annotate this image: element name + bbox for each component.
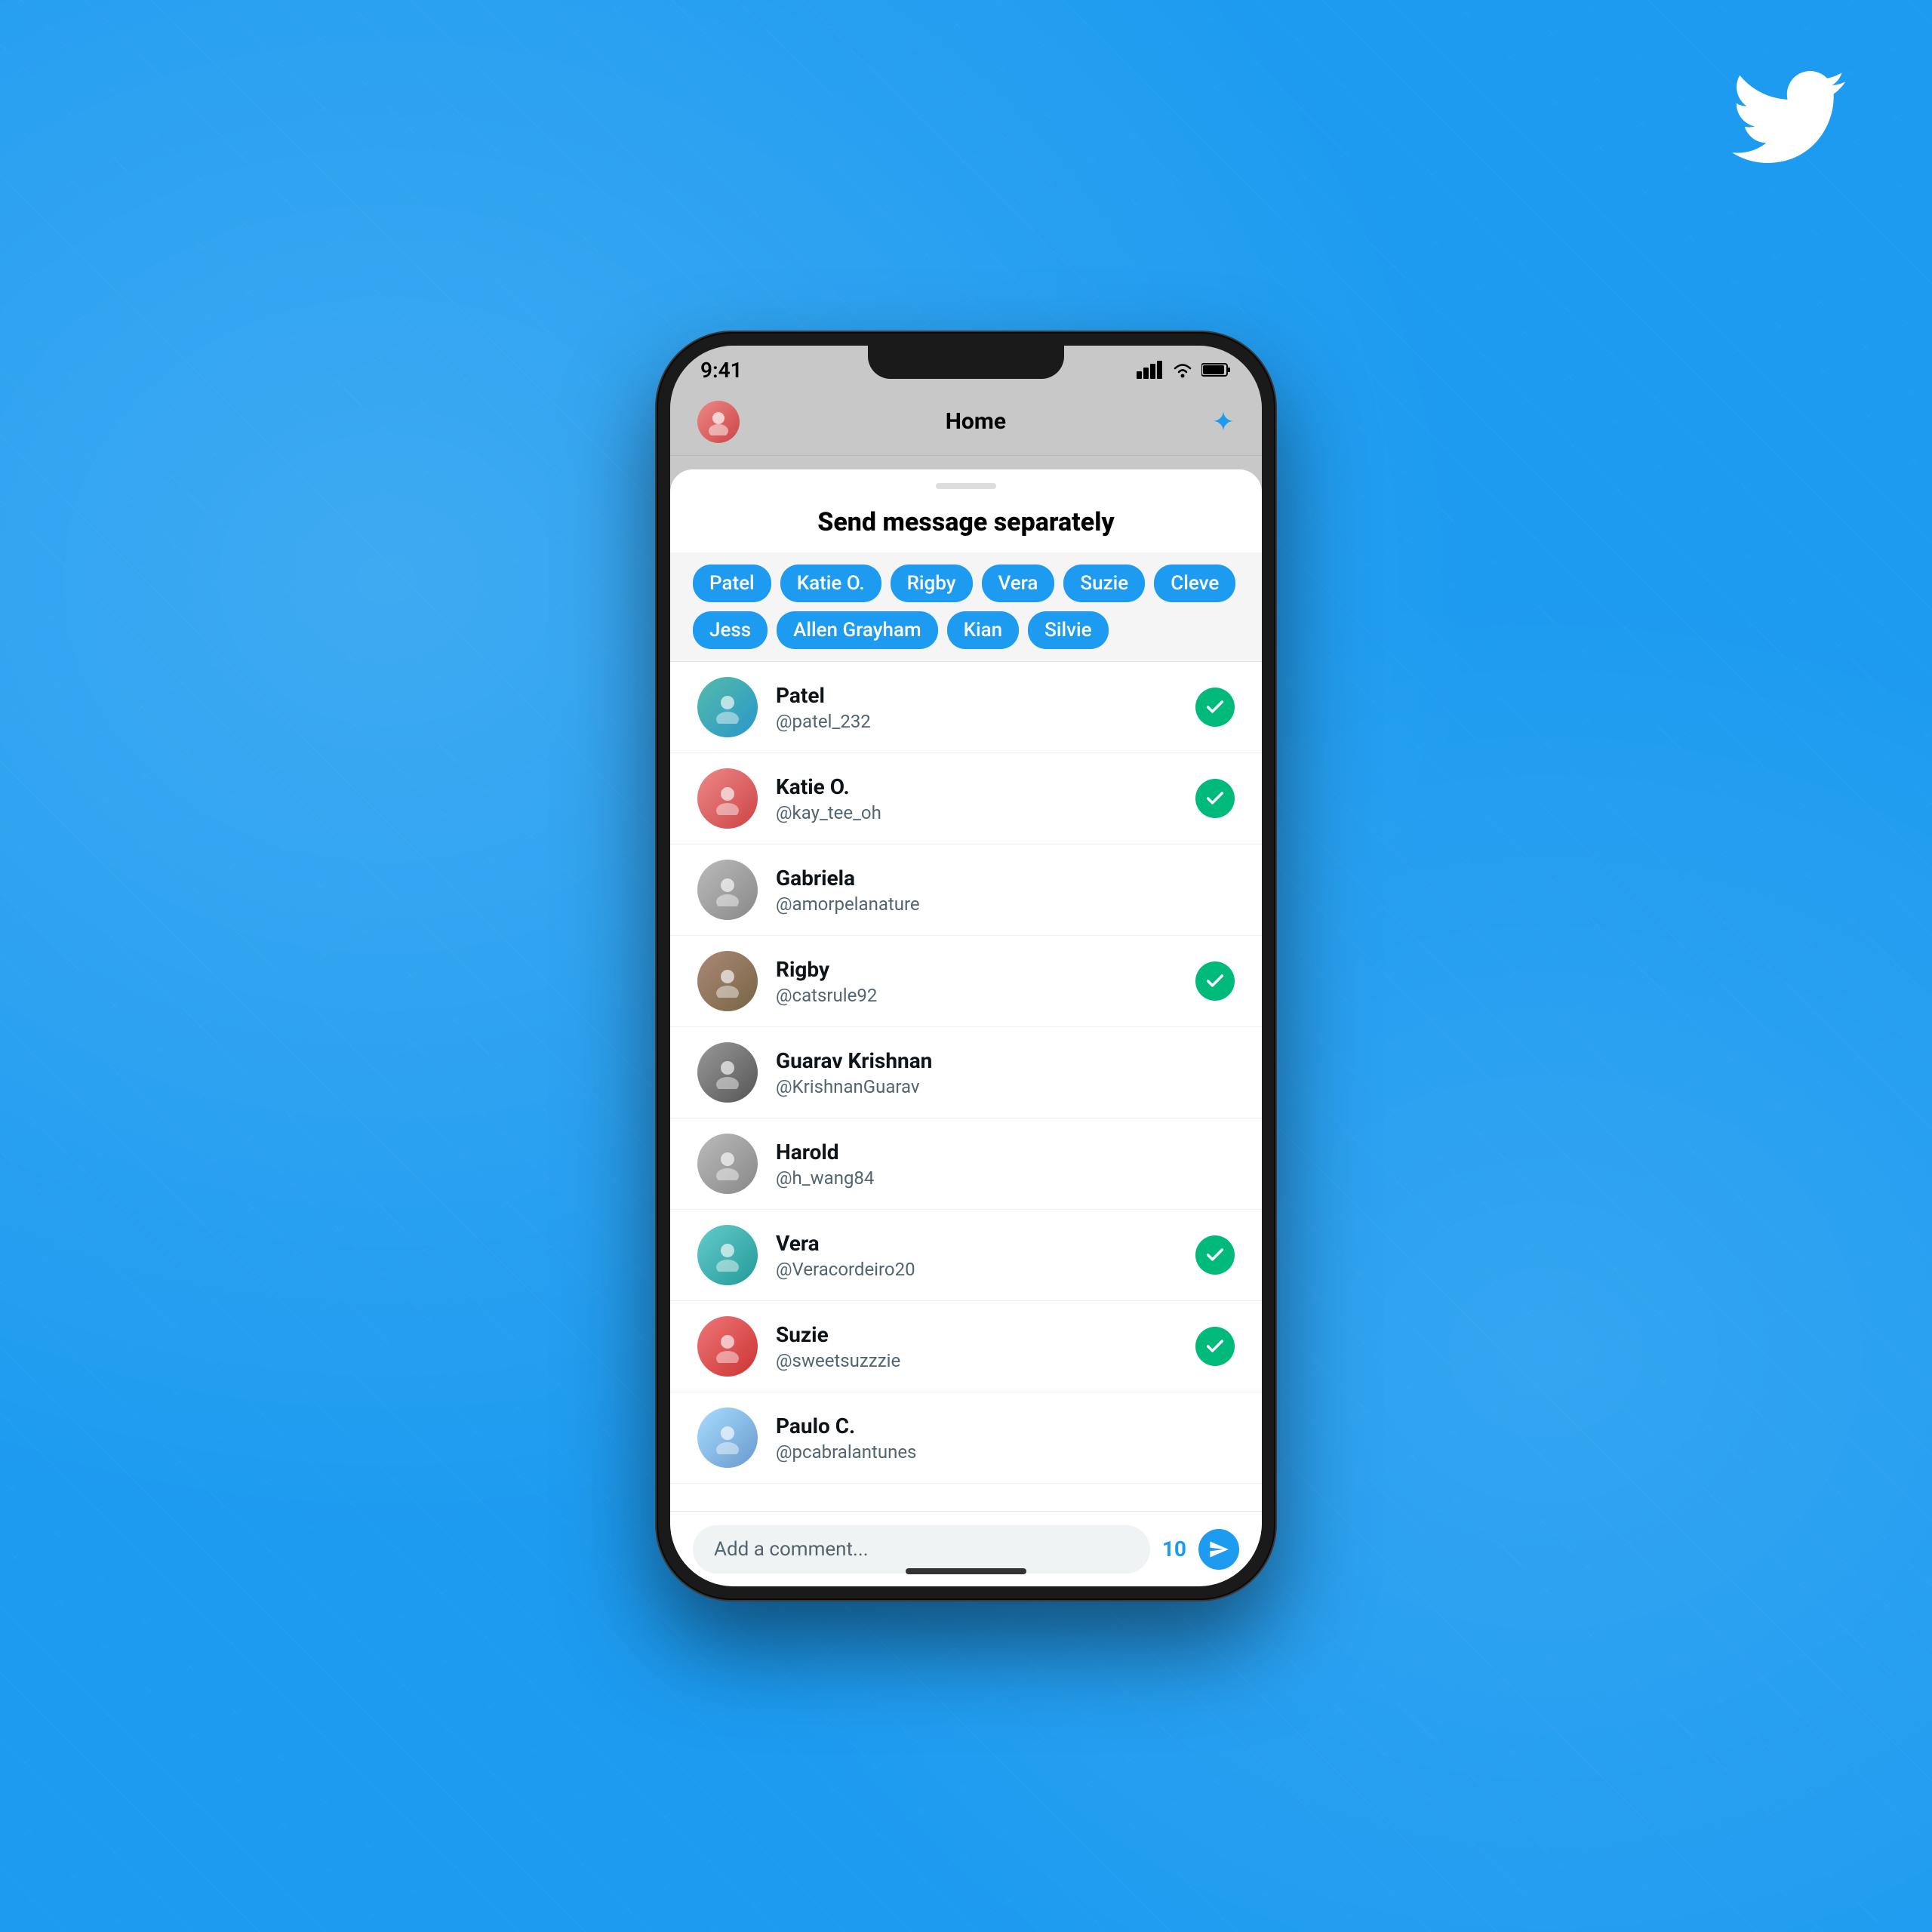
app-header: Home ✦ [670, 388, 1262, 456]
contact-item[interactable]: Katie O. @kay_tee_oh [670, 753, 1262, 844]
comment-count: 10 [1162, 1537, 1186, 1561]
status-icons [1137, 361, 1232, 379]
send-button[interactable] [1198, 1529, 1239, 1570]
contact-avatar [697, 1316, 758, 1377]
bottom-sheet: Send message separately PatelKatie O.Rig… [670, 469, 1262, 1586]
signal-icon [1137, 361, 1164, 379]
tag-chip[interactable]: Cleve [1154, 565, 1235, 602]
twitter-logo [1721, 60, 1857, 174]
contact-name: Paulo C. [776, 1414, 1235, 1438]
phone-notch [868, 346, 1064, 379]
contact-avatar [697, 677, 758, 737]
contact-name: Vera [776, 1231, 1195, 1256]
phone-screen: 9:41 [670, 346, 1262, 1586]
sparkle-icon[interactable]: ✦ [1212, 406, 1235, 438]
contact-avatar [697, 1225, 758, 1285]
contact-info: Patel @patel_232 [776, 683, 1195, 732]
contact-name: Rigby [776, 957, 1195, 982]
contact-item[interactable]: Suzie @sweetsuzzzie [670, 1301, 1262, 1392]
comment-placeholder: Add a comment... [714, 1538, 869, 1561]
contact-item[interactable]: Guarav Krishnan @KrishnanGuarav [670, 1027, 1262, 1118]
check-circle [1195, 779, 1235, 818]
contact-name: Suzie [776, 1322, 1195, 1347]
tag-chip[interactable]: Patel [693, 565, 771, 602]
contact-item[interactable]: Rigby @catsrule92 [670, 936, 1262, 1027]
sheet-title: Send message separately [670, 489, 1262, 552]
contact-avatar [697, 951, 758, 1011]
contact-item[interactable]: Gabriela @amorpelanature [670, 844, 1262, 936]
tag-chip[interactable]: Jess [693, 611, 768, 649]
check-circle [1195, 1235, 1235, 1275]
contact-avatar [697, 860, 758, 920]
tag-chip[interactable]: Vera [982, 565, 1055, 602]
contact-info: Vera @Veracordeiro20 [776, 1231, 1195, 1280]
contact-item[interactable]: Paulo C. @pcabralantunes [670, 1392, 1262, 1484]
contact-info: Gabriela @amorpelanature [776, 866, 1235, 915]
contact-name: Gabriela [776, 866, 1235, 891]
contact-avatar [697, 1134, 758, 1194]
contact-item[interactable]: Patel @patel_232 [670, 662, 1262, 753]
contact-handle: @amorpelanature [776, 894, 1235, 915]
status-time: 9:41 [700, 358, 743, 383]
contact-info: Guarav Krishnan @KrishnanGuarav [776, 1048, 1235, 1097]
tag-chip[interactable]: Suzie [1063, 565, 1145, 602]
tags-area: PatelKatie O. RigbyVeraSuzieCleve JessAlle… [670, 552, 1262, 662]
contact-info: Suzie @sweetsuzzzie [776, 1322, 1195, 1371]
contact-name: Katie O. [776, 774, 1195, 799]
contact-item[interactable]: Vera @Veracordeiro20 [670, 1210, 1262, 1301]
contact-avatar [697, 768, 758, 829]
phone-frame: 9:41 [657, 332, 1275, 1600]
contacts-list: Patel @patel_232 Katie O. @kay_tee_oh Gabr… [670, 662, 1262, 1511]
contact-handle: @patel_232 [776, 711, 1195, 732]
contact-name: Harold [776, 1140, 1235, 1164]
tag-chip[interactable]: Allen Grayham [777, 611, 937, 649]
tag-chip[interactable]: Kian [947, 611, 1020, 649]
contact-handle: @KrishnanGuarav [776, 1076, 1235, 1097]
tag-chip[interactable]: Rigby [891, 565, 973, 602]
contact-avatar [697, 1042, 758, 1103]
comment-input[interactable]: Add a comment... [693, 1525, 1150, 1574]
battery-icon [1201, 362, 1232, 377]
contact-handle: @h_wang84 [776, 1168, 1235, 1189]
contact-handle: @Veracordeiro20 [776, 1259, 1195, 1280]
contact-info: Rigby @catsrule92 [776, 957, 1195, 1006]
comment-bar: Add a comment... 10 [670, 1511, 1262, 1586]
check-circle [1195, 961, 1235, 1001]
contact-handle: @sweetsuzzzie [776, 1350, 1195, 1371]
contact-info: Harold @h_wang84 [776, 1140, 1235, 1189]
tag-chip[interactable]: Katie O. [780, 565, 881, 602]
check-circle [1195, 1327, 1235, 1366]
app-title: Home [946, 408, 1006, 435]
contact-handle: @kay_tee_oh [776, 802, 1195, 823]
contact-handle: @pcabralantunes [776, 1441, 1235, 1463]
contact-name: Patel [776, 683, 1195, 708]
sheet-handle [936, 483, 996, 489]
home-indicator [906, 1568, 1026, 1574]
tag-chip[interactable]: Silvie [1028, 611, 1108, 649]
wifi-icon [1171, 361, 1194, 379]
contact-info: Paulo C. @pcabralantunes [776, 1414, 1235, 1463]
contact-item[interactable]: Harold @h_wang84 [670, 1118, 1262, 1210]
check-circle [1195, 688, 1235, 727]
contact-handle: @catsrule92 [776, 985, 1195, 1006]
user-avatar[interactable] [697, 401, 740, 443]
contact-info: Katie O. @kay_tee_oh [776, 774, 1195, 823]
contact-avatar [697, 1407, 758, 1468]
contact-name: Guarav Krishnan [776, 1048, 1235, 1073]
